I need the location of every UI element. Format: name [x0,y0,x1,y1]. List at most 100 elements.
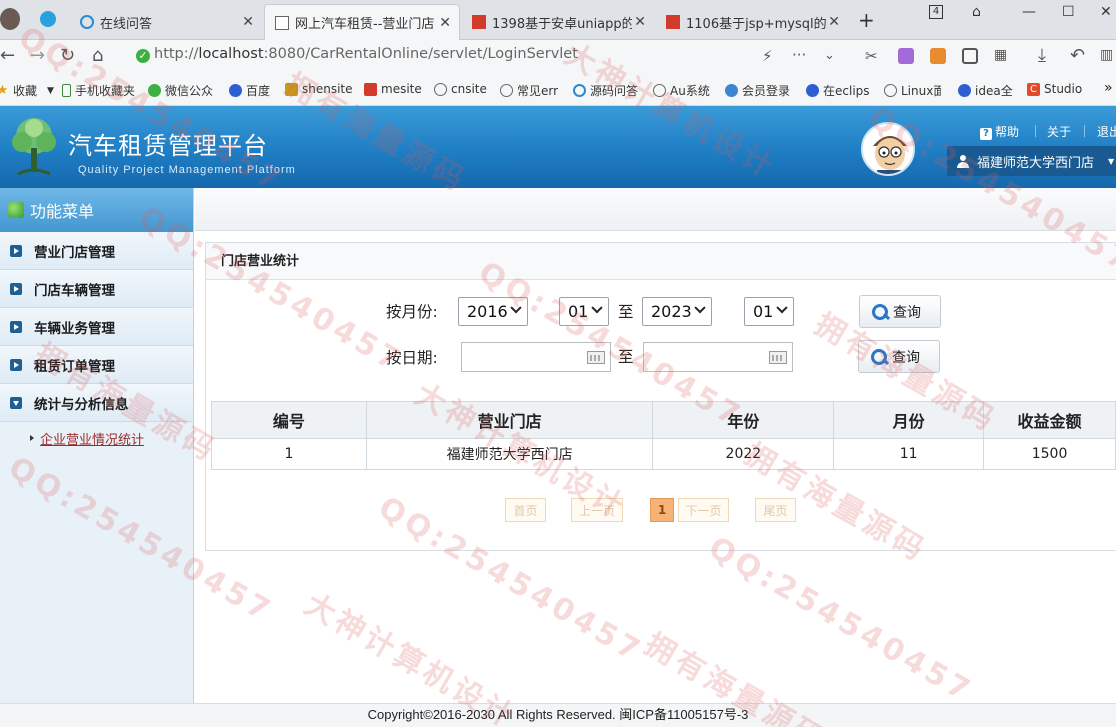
globe-icon [500,84,513,97]
globe-icon [884,84,897,97]
bookmark-item[interactable]: 微信公众 [148,82,213,99]
bookmark-item[interactable]: Au系统 [653,82,710,99]
home-icon[interactable]: ⌂ [92,45,103,66]
app-subtitle: Quality Project Management Platform [78,164,296,176]
bookmark-item[interactable]: mesite [364,82,422,96]
book-icon[interactable] [962,48,978,64]
bookmark-item[interactable]: shensite [285,82,353,96]
month-to-select[interactable]: 01 [744,297,794,326]
bookmark-item[interactable]: idea全 [958,82,1013,99]
minimize-button[interactable]: — [1022,4,1036,20]
reload-icon[interactable]: ↻ [60,45,75,66]
more-bookmarks-icon[interactable]: » [1104,80,1113,96]
bookmark-item[interactable]: Linux面 [884,82,941,99]
url-prefix: http:// [154,46,199,62]
maximize-button[interactable]: ☐ [1062,4,1075,20]
new-tab-button[interactable]: + [858,8,875,32]
sidebar-item-label: 车辆业务管理 [34,320,115,337]
apps-icon[interactable]: ▦ [994,47,1007,63]
shirt-icon[interactable]: ⌂ [972,4,981,20]
cloud-icon [725,84,738,97]
tab-uniapp[interactable]: 1398基于安卓uniapp的 ✕ [462,4,654,40]
sidebar-icon[interactable]: ▥ [1100,47,1113,63]
pagination-current[interactable]: 1 [650,498,674,522]
sidebar-item-vehicle-management[interactable]: 门店车辆管理 [0,270,193,308]
address-field[interactable]: ✓ http://localhost:8080/CarRentalOnline/s… [136,46,578,63]
sidebar-subitem-business-stats[interactable]: 企业营业情况统计 [0,422,193,454]
close-tab-icon[interactable]: ✕ [439,15,451,31]
month-to-value: 01 [753,302,774,321]
pagination-last[interactable]: 尾页 [755,498,796,522]
pagination-first[interactable]: 首页 [505,498,546,522]
bookmark-label: 常见err [517,84,559,98]
close-tab-icon[interactable]: ✕ [242,14,254,30]
calendar-icon[interactable] [587,351,605,364]
bookmark-item[interactable]: 手机收藏夹 [62,82,135,99]
bookmark-item[interactable]: C Studio [1027,82,1082,96]
pagination-next[interactable]: 下一页 [678,498,729,522]
table-row[interactable]: 1 福建师范大学西门店 2022 11 1500 [211,438,1116,470]
telegram-icon[interactable] [40,11,56,27]
query-by-date-button[interactable]: 查询 [858,340,940,373]
back-arrow-icon[interactable]: ← [0,45,15,66]
bookmark-label: idea全 [975,84,1013,98]
help-icon: ? [980,128,992,140]
lightning-icon[interactable]: ⚡ [762,47,773,65]
sidebar-item-rental-orders[interactable]: 租赁订单管理 [0,346,193,384]
bookmark-label: Au系统 [670,84,710,98]
tab-jsp[interactable]: 1106基于jsp+mysql的JS ✕ [656,4,848,40]
close-tab-icon[interactable]: ✕ [634,14,646,30]
user-avatar[interactable] [861,122,915,176]
bookmark-item[interactable]: 常见err [500,82,558,99]
more-icon[interactable]: ··· [792,46,806,64]
tree-logo-icon [12,118,56,176]
chevron-down-icon[interactable]: ⌄ [824,48,835,63]
app-header: 汽车租赁管理平台 Quality Project Management Plat… [0,106,1116,188]
sidebar-item-statistics[interactable]: 统计与分析信息 [0,384,193,422]
help-link[interactable]: ? 帮助 [980,123,1019,140]
close-tab-icon[interactable]: ✕ [828,14,840,30]
about-link[interactable]: 关于 [1047,123,1071,140]
column-header[interactable]: 年份 [652,401,835,439]
calendar-icon[interactable] [769,351,787,364]
tab-online-qa[interactable]: 在线问答 ✕ [70,4,262,40]
sidebar-item-vehicle-business[interactable]: 车辆业务管理 [0,308,193,346]
close-window-button[interactable]: ✕ [1100,4,1112,20]
date-from-field[interactable] [461,342,611,372]
year-from-select[interactable]: 2016 [458,297,528,326]
current-user-dropdown[interactable]: 福建师范大学西门店 ▼ [947,146,1116,176]
bookmark-item[interactable]: 百度 [229,82,270,99]
sidebar-item-label: 门店车辆管理 [34,282,115,299]
bookmark-item[interactable]: 在eclips [806,82,870,99]
scissors-icon[interactable]: ✂ [865,47,878,65]
column-header[interactable]: 收益金额 [983,401,1116,439]
bookmark-item[interactable]: 源码问答 [573,82,638,99]
download-icon[interactable]: ⤓ [1038,45,1046,66]
year-to-value: 2023 [651,302,692,321]
column-header[interactable]: 月份 [833,401,985,439]
bookmark-item[interactable]: 会员登录 [725,82,790,99]
logout-link[interactable]: 退出 [1097,123,1116,140]
date-to-field[interactable] [643,342,793,372]
tab-car-rental[interactable]: 网上汽车租赁--营业门店 ✕ [264,4,460,40]
query-by-month-button[interactable]: 查询 [859,295,941,328]
site-icon [364,82,377,96]
bookmark-item[interactable]: cnsite [434,82,487,96]
pagination-prev[interactable]: 上一页 [571,498,623,522]
month-from-select[interactable]: 01 [559,297,609,326]
undo-icon[interactable]: ↶ [1070,45,1085,66]
year-to-select[interactable]: 2023 [642,297,712,326]
tab-counter[interactable]: 4 [929,5,943,19]
column-header[interactable]: 编号 [211,401,367,439]
year-from-value: 2016 [467,302,508,321]
bookmark-label: 微信公众 [165,84,214,98]
profile-avatar[interactable] [0,8,20,30]
forward-arrow-icon[interactable]: → [30,45,45,66]
column-header[interactable]: 营业门店 [365,401,654,439]
sidebar-item-store-management[interactable]: 营业门店管理 [0,232,193,270]
game-icon[interactable] [930,48,946,64]
globe-icon [434,82,447,96]
translate-icon[interactable] [898,48,914,64]
help-label: 帮助 [995,125,1020,139]
bookmark-item[interactable]: ★ 收藏 ▼ [0,82,54,99]
